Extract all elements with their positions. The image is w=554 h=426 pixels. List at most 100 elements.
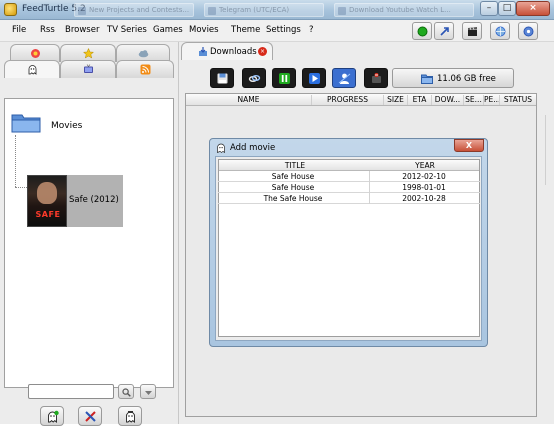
- search-icon: [122, 388, 131, 397]
- movie-year-cell: 2012-02-10: [402, 172, 446, 181]
- dialog-close-button[interactable]: X: [454, 139, 484, 152]
- tools-icon: [85, 411, 96, 422]
- tab-close-icon[interactable]: ×: [258, 47, 267, 56]
- column-header[interactable]: PROGRESS: [312, 95, 384, 105]
- ghost-remove-icon: [126, 411, 135, 423]
- help-button[interactable]: [518, 22, 538, 40]
- status-button[interactable]: [412, 22, 432, 40]
- add-item-button[interactable]: [40, 406, 64, 426]
- movie-title: Safe (2012): [69, 195, 119, 205]
- clapperboard-icon: [468, 27, 477, 36]
- search-button[interactable]: [118, 384, 134, 399]
- column-header[interactable]: SIZE: [384, 95, 408, 105]
- menu-settings[interactable]: Settings: [266, 25, 301, 35]
- tab-downloads[interactable]: Downloads ×: [181, 42, 273, 60]
- user-icon: [338, 73, 351, 84]
- update-button[interactable]: [434, 22, 454, 40]
- movie-title-cell: Safe House: [271, 172, 315, 181]
- movie-results-header: TITLE YEAR: [219, 160, 479, 171]
- movie-title-cell: The Safe House: [263, 194, 323, 203]
- menu-rss[interactable]: Rss: [40, 25, 55, 35]
- tab-tv[interactable]: [60, 60, 116, 78]
- link-icon: [248, 75, 261, 82]
- tab-movies[interactable]: [4, 60, 60, 78]
- dialog-body: TITLE YEAR Safe House 2012-02-10 Safe Ho…: [215, 156, 482, 341]
- filter-dropdown[interactable]: [140, 384, 156, 399]
- menu-help[interactable]: ?: [309, 25, 314, 35]
- column-header[interactable]: PE...: [484, 95, 500, 105]
- column-header[interactable]: SE...: [464, 95, 484, 105]
- cloud-icon: [138, 50, 149, 58]
- window-titlebar: FeedTurtle 5.2 New Projects and Contests…: [0, 0, 554, 20]
- rss-icon: [140, 64, 151, 75]
- menu-theme[interactable]: Theme: [231, 25, 260, 35]
- column-header[interactable]: ETA: [408, 95, 432, 105]
- tab-downloads-label: Downloads: [210, 47, 257, 57]
- tree-connector: [15, 187, 27, 188]
- menu-file[interactable]: File: [12, 25, 26, 35]
- table-row[interactable]: Safe House 2012-02-10: [218, 171, 480, 182]
- movie-title-cell: Safe House: [271, 183, 315, 192]
- movie-label-selected[interactable]: Safe (2012): [67, 175, 123, 227]
- column-header[interactable]: DOW...: [432, 95, 464, 105]
- settings-download-button[interactable]: [332, 68, 356, 88]
- add-movie-dialog: Add movie X TITLE YEAR Safe House 2012-0…: [209, 138, 488, 347]
- table-row[interactable]: The Safe House 2002-10-28: [218, 193, 480, 204]
- library-tree: Movies SAFE Safe (2012): [4, 98, 174, 388]
- library-item[interactable]: SAFE Safe (2012): [27, 175, 123, 227]
- play-icon: [309, 73, 320, 84]
- save-disk-icon: [217, 73, 228, 84]
- column-header[interactable]: STATUS: [500, 95, 536, 105]
- movies-button[interactable]: [462, 22, 482, 40]
- movie-poster: SAFE: [27, 175, 67, 227]
- poster-title: SAFE: [35, 210, 61, 219]
- remove-download-button[interactable]: [364, 68, 388, 88]
- scroll-edge: [545, 115, 549, 185]
- globe-icon: [495, 26, 506, 37]
- free-space-label: 11.06 GB free: [437, 74, 496, 84]
- downloads-table-header: NAME PROGRESS SIZE ETA DOW... SE... PE..…: [186, 94, 536, 106]
- arrow-icon: [440, 27, 449, 36]
- folder-small-icon: [421, 74, 433, 84]
- background-tab: Download Youtube Watch L...: [334, 3, 474, 17]
- movie-year-cell: 2002-10-28: [402, 194, 446, 203]
- minimize-button[interactable]: –: [480, 1, 498, 16]
- menu-movies[interactable]: Movies: [189, 25, 219, 35]
- download-tab-icon: [199, 47, 207, 56]
- help-icon: [523, 26, 534, 37]
- remove-icon: [372, 73, 381, 83]
- open-link-button[interactable]: [242, 68, 266, 88]
- background-tab: New Projects and Contests...: [74, 3, 194, 17]
- tab-rss[interactable]: [116, 60, 174, 78]
- column-header-year[interactable]: YEAR: [371, 161, 479, 170]
- menu-bar: File Rss Browser TV Series Games Movies …: [0, 20, 554, 42]
- dialog-title: Add movie: [230, 143, 276, 153]
- menu-tv-series[interactable]: TV Series: [107, 25, 147, 35]
- browser-button[interactable]: [490, 22, 510, 40]
- menu-games[interactable]: Games: [153, 25, 183, 35]
- chevron-down-icon: [145, 391, 152, 395]
- table-row[interactable]: Safe House 1998-01-01: [218, 182, 480, 193]
- column-header-title[interactable]: TITLE: [219, 161, 371, 170]
- menu-browser[interactable]: Browser: [65, 25, 99, 35]
- free-space-indicator: 11.06 GB free: [392, 68, 514, 88]
- pause-button[interactable]: [272, 68, 296, 88]
- add-download-button[interactable]: [210, 68, 234, 88]
- play-button[interactable]: [302, 68, 326, 88]
- search-input[interactable]: [28, 384, 114, 399]
- edit-item-button[interactable]: [78, 406, 102, 426]
- panel-splitter[interactable]: [178, 42, 179, 424]
- rss-badge-icon: [31, 49, 40, 58]
- close-button[interactable]: ×: [516, 1, 550, 16]
- tv-icon: [84, 64, 93, 73]
- library-panel: Movies SAFE Safe (2012): [4, 42, 174, 426]
- pause-icon: [279, 73, 290, 84]
- remove-item-button[interactable]: [118, 406, 142, 426]
- background-tab: Telegram (UTC/ECA): [204, 3, 324, 17]
- column-header[interactable]: NAME: [186, 95, 312, 105]
- maximize-button[interactable]: □: [498, 1, 516, 16]
- tree-connector: [15, 135, 16, 187]
- folder-icon[interactable]: [11, 111, 41, 133]
- folder-label-movies[interactable]: Movies: [51, 121, 82, 131]
- ghost-icon: [28, 65, 37, 75]
